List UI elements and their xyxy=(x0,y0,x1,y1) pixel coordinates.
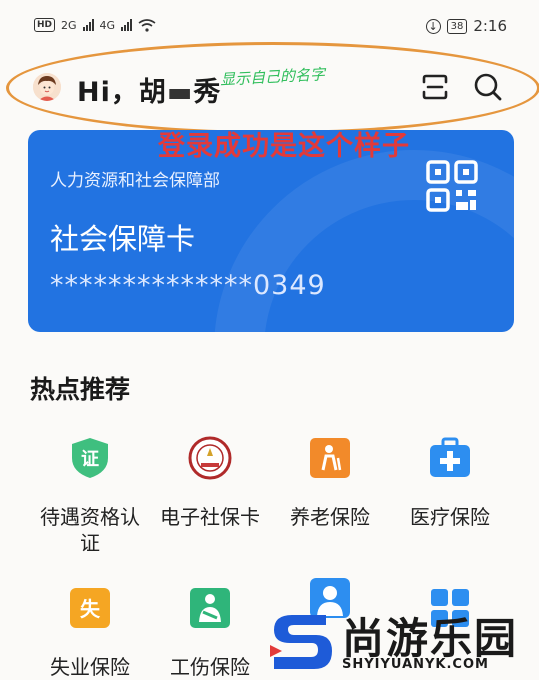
elderly-icon xyxy=(310,438,350,478)
grid-label: 养老保险 xyxy=(290,505,370,529)
signal-icon xyxy=(82,19,94,31)
avatar-icon xyxy=(33,73,61,101)
unemployment-icon: 失 xyxy=(70,588,110,628)
sim2-label: 4G xyxy=(99,18,116,32)
watermark-logo-icon xyxy=(270,615,332,669)
status-right: ↓ 38 2:16 xyxy=(425,17,507,35)
annotation-login-note: 登录成功是这个样子 xyxy=(158,131,410,162)
grid-label: 医疗保险 xyxy=(410,505,490,529)
watermark: 尚游乐园 SHYIYUANYK.COM xyxy=(268,603,539,679)
grid-label: 失业保险 xyxy=(50,655,130,679)
grid-item-medical[interactable]: 医疗保险 xyxy=(385,436,515,530)
data-saver-icon: ↓ xyxy=(425,18,441,34)
sim1-label: 2G xyxy=(61,18,77,32)
status-bar: HD 2G 4G ↓ 38 2:16 xyxy=(0,0,539,44)
certificate-shield-icon: 证 xyxy=(72,438,108,478)
status-left: HD 2G 4G xyxy=(34,18,156,32)
greeting-name: Hi，胡 xyxy=(77,77,167,108)
clock: 2:16 xyxy=(473,17,507,35)
watermark-domain: SHYIYUANYK.COM xyxy=(342,657,489,672)
medical-kit-icon xyxy=(430,437,470,477)
hd-badge: HD xyxy=(34,18,56,32)
avatar[interactable] xyxy=(33,73,61,101)
greeting-name-tail: 秀 xyxy=(193,77,222,108)
grid-label: 待遇资格认证 xyxy=(40,505,140,555)
grid-item-pension[interactable]: 养老保险 xyxy=(265,436,395,530)
battery-icon: 38 xyxy=(446,18,468,34)
signal-icon xyxy=(121,19,133,31)
grid-item-work-injury[interactable]: 工伤保险 xyxy=(145,586,275,680)
grid-label: 电子社保卡 xyxy=(160,505,260,529)
svg-text:证: 证 xyxy=(81,449,99,470)
work-injury-icon xyxy=(190,588,230,628)
wifi-icon xyxy=(138,18,156,32)
greeting-text: Hi，胡▬秀 xyxy=(77,77,222,108)
card-title: 社会保障卡 xyxy=(50,222,196,256)
grid-item-qualification[interactable]: 证 待遇资格认证 xyxy=(25,436,155,556)
search-icon[interactable] xyxy=(472,71,504,103)
card-ministry: 人力资源和社会保障部 xyxy=(50,171,220,191)
app-header: Hi，胡▬秀 xyxy=(0,50,539,125)
card-number: **************0349 xyxy=(50,270,326,301)
hot-section-title: 热点推荐 xyxy=(30,375,131,404)
qr-code-icon[interactable] xyxy=(426,160,478,212)
grid-item-unemployment[interactable]: 失 失业保险 xyxy=(25,586,155,680)
grid-item-e-card[interactable]: 电子社保卡 xyxy=(145,436,275,530)
svg-text:失: 失 xyxy=(80,597,101,621)
scan-icon[interactable] xyxy=(420,72,450,102)
social-security-seal-icon xyxy=(188,436,232,480)
grid-label: 工伤保险 xyxy=(170,655,250,679)
